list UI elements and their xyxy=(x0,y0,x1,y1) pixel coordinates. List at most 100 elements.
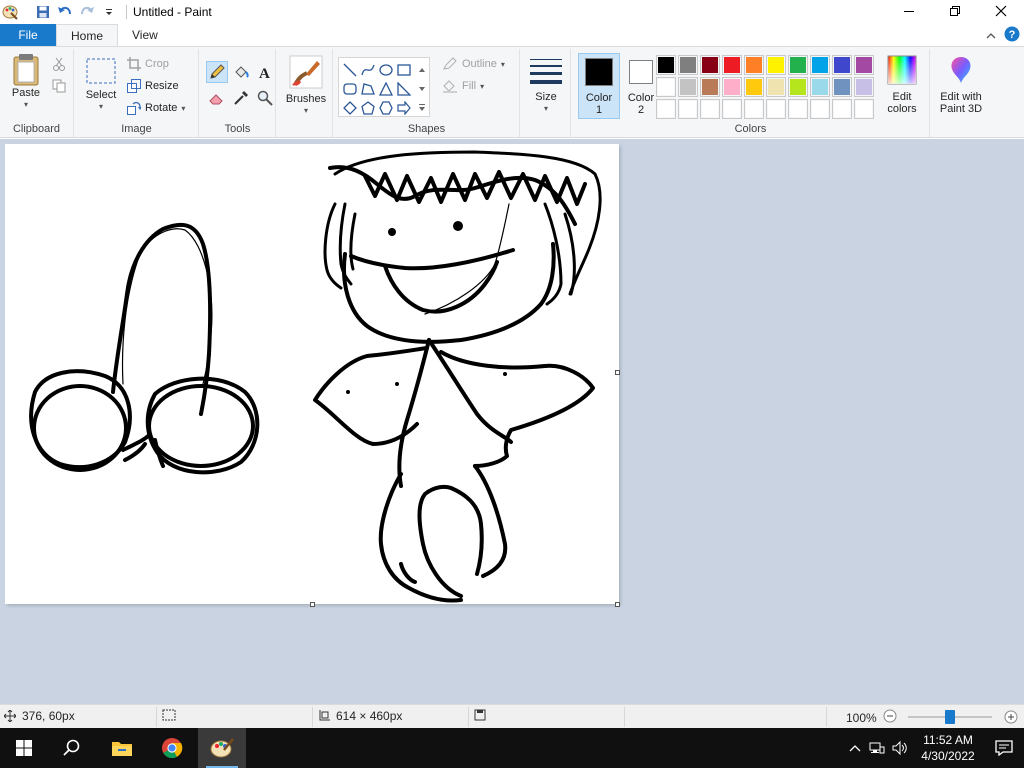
line-shape-icon[interactable] xyxy=(341,60,359,79)
palette-swatch[interactable] xyxy=(678,99,698,119)
chrome-button[interactable] xyxy=(148,728,196,768)
polygon-shape-icon[interactable] xyxy=(359,79,377,98)
palette-swatch[interactable] xyxy=(832,99,852,119)
pencil-icon[interactable] xyxy=(206,61,228,83)
redo-icon[interactable] xyxy=(78,3,96,21)
palette-swatch-fill xyxy=(856,79,872,95)
palette-swatch[interactable] xyxy=(656,77,676,97)
size-button[interactable]: Size ▾ xyxy=(525,57,567,115)
palette-swatch[interactable] xyxy=(744,77,764,97)
hexagon-shape-icon[interactable] xyxy=(377,98,395,117)
undo-icon[interactable] xyxy=(56,3,74,21)
palette-swatch[interactable] xyxy=(766,77,786,97)
pentagon-shape-icon[interactable] xyxy=(359,98,377,117)
arrow-right-shape-icon[interactable] xyxy=(395,98,413,117)
file-explorer-button[interactable] xyxy=(98,728,146,768)
tab-view[interactable]: View xyxy=(118,24,172,46)
palette-swatch[interactable] xyxy=(832,55,852,75)
cut-icon[interactable] xyxy=(52,57,66,74)
collapse-ribbon-icon[interactable] xyxy=(986,29,996,43)
shapes-more-icon[interactable] xyxy=(413,98,431,117)
palette-swatch[interactable] xyxy=(700,77,720,97)
outline-button[interactable]: Outline ▾ xyxy=(442,57,505,71)
paste-button[interactable]: Paste ▾ xyxy=(6,53,46,111)
palette-swatch[interactable] xyxy=(656,55,676,75)
help-icon[interactable]: ? xyxy=(1004,26,1020,45)
rounded-rect-shape-icon[interactable] xyxy=(341,79,359,98)
text-icon[interactable]: A xyxy=(254,61,276,83)
maximize-button[interactable] xyxy=(932,0,978,22)
disk-icon xyxy=(474,709,486,721)
rotate-icon xyxy=(127,101,141,115)
palette-swatch[interactable] xyxy=(700,99,720,119)
volume-icon[interactable] xyxy=(888,741,912,755)
palette-swatch[interactable] xyxy=(678,77,698,97)
minimize-button[interactable] xyxy=(886,0,932,22)
paint-app-icon[interactable] xyxy=(2,4,18,20)
taskbar-clock[interactable]: 11:52 AM 4/30/2022 xyxy=(912,732,984,764)
palette-swatch[interactable] xyxy=(810,77,830,97)
drawing-canvas[interactable] xyxy=(5,144,620,607)
palette-swatch[interactable] xyxy=(854,99,874,119)
magnifier-icon[interactable] xyxy=(254,87,276,109)
triangle-shape-icon[interactable] xyxy=(377,79,395,98)
diamond-shape-icon[interactable] xyxy=(341,98,359,117)
copy-icon[interactable] xyxy=(52,79,66,96)
search-button[interactable] xyxy=(48,728,96,768)
scroll-up-icon[interactable] xyxy=(413,60,431,79)
fill-bucket-icon[interactable] xyxy=(230,61,252,83)
zoom-slider-thumb[interactable] xyxy=(945,710,955,724)
start-button[interactable] xyxy=(0,728,48,768)
network-icon[interactable] xyxy=(866,741,888,755)
palette-swatch[interactable] xyxy=(656,99,676,119)
ribbon: Paste ▾ Clipboard Select ▾ Crop Resize R… xyxy=(0,46,1024,138)
crop-button[interactable]: Crop xyxy=(127,57,169,71)
palette-swatch[interactable] xyxy=(678,55,698,75)
select-button[interactable]: Select ▾ xyxy=(81,57,121,113)
show-hidden-icons-button[interactable] xyxy=(844,744,866,752)
palette-swatch[interactable] xyxy=(744,99,764,119)
palette-swatch[interactable] xyxy=(766,55,786,75)
right-triangle-shape-icon[interactable] xyxy=(395,79,413,98)
palette-swatch[interactable] xyxy=(832,77,852,97)
tab-file[interactable]: File xyxy=(0,24,56,46)
resize-handle-right[interactable] xyxy=(615,370,620,375)
palette-swatch[interactable] xyxy=(810,55,830,75)
palette-swatch[interactable] xyxy=(722,55,742,75)
action-center-button[interactable] xyxy=(984,740,1024,756)
close-button[interactable] xyxy=(978,0,1024,22)
zoom-in-button[interactable] xyxy=(1004,710,1018,727)
palette-swatch[interactable] xyxy=(854,77,874,97)
palette-swatch[interactable] xyxy=(722,99,742,119)
eraser-icon[interactable] xyxy=(206,87,228,109)
color-picker-icon[interactable] xyxy=(230,87,252,109)
edit-with-paint3d-button[interactable]: Edit with Paint 3D xyxy=(933,55,989,115)
fill-button[interactable]: Fill ▾ xyxy=(442,79,484,93)
zoom-out-button[interactable] xyxy=(883,709,897,726)
curve-shape-icon[interactable] xyxy=(359,60,377,79)
drawing-stroke xyxy=(346,390,350,394)
rotate-button[interactable]: Rotate ▾ xyxy=(127,101,185,115)
customize-quick-access-icon[interactable] xyxy=(100,3,118,21)
resize-handle-bottom[interactable] xyxy=(310,602,315,607)
tab-home[interactable]: Home xyxy=(56,24,119,46)
palette-swatch[interactable] xyxy=(766,99,786,119)
brushes-button[interactable]: Brushes ▾ xyxy=(283,55,329,117)
palette-swatch[interactable] xyxy=(788,55,808,75)
oval-shape-icon[interactable] xyxy=(377,60,395,79)
edit-colors-button[interactable]: Edit colors xyxy=(878,55,926,115)
save-icon[interactable] xyxy=(34,3,52,21)
resize-handle-corner[interactable] xyxy=(615,602,620,607)
palette-swatch[interactable] xyxy=(788,99,808,119)
rectangle-shape-icon[interactable] xyxy=(395,60,413,79)
palette-swatch[interactable] xyxy=(788,77,808,97)
palette-swatch[interactable] xyxy=(854,55,874,75)
paint-taskbar-button[interactable] xyxy=(198,728,246,768)
palette-swatch[interactable] xyxy=(744,55,764,75)
resize-button[interactable]: Resize xyxy=(127,79,179,93)
scroll-down-icon[interactable] xyxy=(413,79,431,98)
palette-swatch[interactable] xyxy=(700,55,720,75)
palette-swatch[interactable] xyxy=(810,99,830,119)
color1-button[interactable]: Color 1 xyxy=(578,53,620,119)
palette-swatch[interactable] xyxy=(722,77,742,97)
